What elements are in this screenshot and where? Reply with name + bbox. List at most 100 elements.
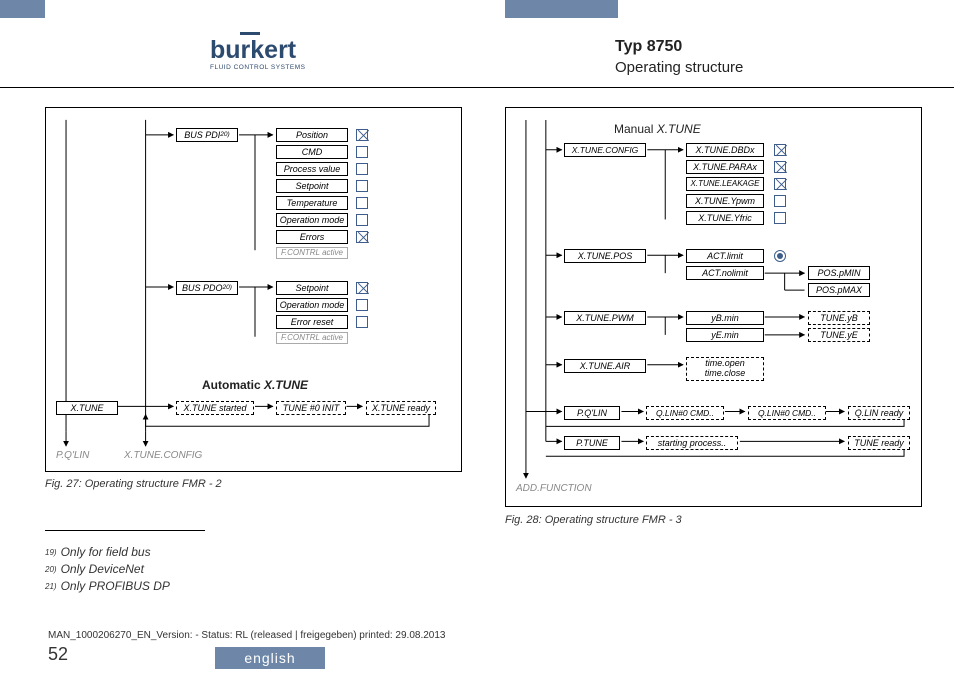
bus-pdo-node: BUS PDO20) [176,281,238,295]
checkbox-empty-icon [356,180,368,192]
checkbox-x-icon [356,129,368,141]
checkbox-empty-icon [774,212,786,224]
fn-text: Only DeviceNet [61,562,144,576]
pdo-foot: F.CONTRL active [276,332,348,344]
footnote-20: 20) Only DeviceNet [45,562,144,576]
time-node: time.open time.close [686,357,764,381]
fn-num: 20) [45,565,57,574]
checkbox-x-icon [774,161,786,173]
pqlin-label: P.Q'LIN [56,450,89,461]
bus-pdo-sup: 20) [223,285,232,292]
xtune-config-label: X.TUNE.CONFIG [124,450,202,461]
fn-num: 19) [45,548,57,557]
act-nolimit-node: ACT.nolimit [686,266,764,280]
ypwm-node: X.TUNE.Ypwm [686,194,764,208]
fn-text: Only for field bus [61,545,151,559]
yb-min-node: yB.min [686,311,764,325]
fig27-caption: Fig. 27: Operating structure FMR - 2 [45,478,222,490]
accent-bar-left [0,0,45,18]
checkbox-x-icon [356,282,368,294]
brand-logo: burkert FLUID CONTROL SYSTEMS [210,38,306,71]
tune-ready-node: TUNE ready [848,436,910,450]
doc-subtitle: Operating structure [615,59,743,76]
xtune-pwm-node: X.TUNE.PWM [564,311,646,325]
bus-pdi-text: BUS PDI [184,131,220,140]
fn-text: Only PROFIBUS DP [61,579,170,593]
checkbox-empty-icon [356,146,368,158]
fn-num: 21) [45,582,57,591]
checkbox-empty-icon [356,214,368,226]
fig27-arrows [46,108,461,471]
footnote-19: 19) Only for field bus [45,545,151,559]
pdi-temperature: Temperature [276,196,348,210]
time-close-text: time.close [705,369,746,379]
checkbox-empty-icon [356,197,368,209]
add-function-label: ADD.FUNCTION [516,483,592,494]
xtune-air-node: X.TUNE.AIR [564,359,646,373]
language-bar: english [215,647,325,669]
brand-tagline: FLUID CONTROL SYSTEMS [210,64,306,71]
pdi-cmd: CMD [276,145,348,159]
qlin0a-node: Q.LIN#0 CMD.. [646,406,724,420]
act-limit-node: ACT.limit [686,249,764,263]
xtune-config-node: X.TUNE.CONFIG [564,143,646,157]
pdo-error-reset: Error reset [276,315,348,329]
figure-27-panel: BUS PDI20) Position CMD Process value Se… [45,107,462,472]
bus-pdo-text: BUS PDO [182,284,223,293]
tune-ye-node: TUNE.yE [808,328,870,342]
accent-bar-right [505,0,618,18]
qlin0b-node: Q.LIN#0 CMD.. [748,406,826,420]
manual-label: Manual [614,122,657,136]
checkbox-empty-icon [356,299,368,311]
bus-pdi-sup: 20) [220,132,229,139]
footnote-21: 21) Only PROFIBUS DP [45,579,170,593]
pqlin-node: P.Q'LIN [564,406,620,420]
header: burkert FLUID CONTROL SYSTEMS Typ 8750 O… [0,0,954,90]
pdi-foot: F.CONTRL active [276,247,348,259]
yfric-node: X.TUNE.Yfric [686,211,764,225]
checkbox-x-icon [774,144,786,156]
doc-title-block: Typ 8750 Operating structure [615,38,743,76]
automatic-xtune-it: X.TUNE [264,378,308,392]
pdi-setpoint: Setpoint [276,179,348,193]
checkbox-x-icon [774,178,786,190]
figure-28-panel: Manual X.TUNE X.TUNE.CONFIG X.TUNE.DBDx … [505,107,922,507]
doc-footer-id: MAN_1000206270_EN_Version: - Status: RL … [48,630,446,641]
header-rule [0,87,954,88]
bus-pdi-node: BUS PDI20) [176,128,238,142]
tune0-node: TUNE #0 INIT [276,401,346,415]
pdo-operation-mode: Operation mode [276,298,348,312]
automatic-label: Automatic [202,378,264,392]
checkbox-empty-icon [356,316,368,328]
automatic-xtune-heading: Automatic X.TUNE [202,378,308,392]
qlin-ready-node: Q.LIN ready [848,406,910,420]
starting-node: starting process.. [646,436,738,450]
checkbox-empty-icon [356,163,368,175]
pdi-errors: Errors [276,230,348,244]
checkbox-empty-icon [774,195,786,207]
pdi-operation-mode: Operation mode [276,213,348,227]
tune-yb-node: TUNE.yB [808,311,870,325]
dbdx-node: X.TUNE.DBDx [686,143,764,157]
xtune-ready-node: X.TUNE ready [366,401,436,415]
pos-pmax-node: POS.pMAX [808,283,870,297]
manual-xtune-it: X.TUNE [657,122,701,136]
radio-selected-icon [774,250,786,262]
fig28-caption: Fig. 28: Operating structure FMR - 3 [505,514,682,526]
brand-name: burkert [210,38,296,63]
pdi-position: Position [276,128,348,142]
checkbox-x-icon [356,231,368,243]
leakage-node: X.TUNE.LEAKAGE [686,177,764,191]
xtune-started-node: X.TUNE started [176,401,254,415]
xtune-node: X.TUNE [56,401,118,415]
footnote-rule [45,530,205,531]
pdo-setpoint: Setpoint [276,281,348,295]
manual-xtune-heading: Manual X.TUNE [614,122,701,136]
xtune-pos-node: X.TUNE.POS [564,249,646,263]
parax-node: X.TUNE.PARAx [686,160,764,174]
doc-title: Typ 8750 [615,38,743,56]
page-number: 52 [48,644,68,665]
ye-min-node: yE.min [686,328,764,342]
pdi-process-value: Process value [276,162,348,176]
ptune-node: P.TUNE [564,436,620,450]
